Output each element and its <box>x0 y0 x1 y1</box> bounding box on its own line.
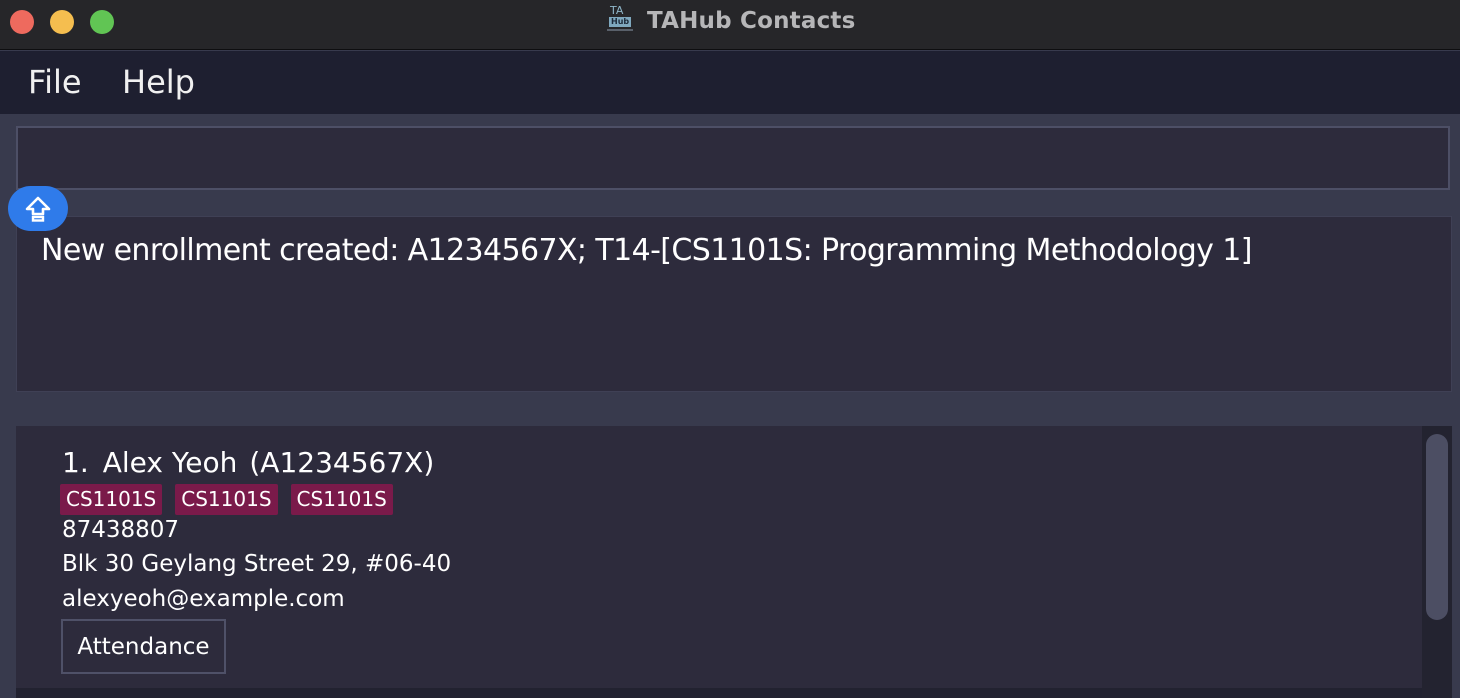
person-matric: (A1234567X) <box>249 446 435 479</box>
close-window-button[interactable] <box>10 10 34 34</box>
window-title: TAHub Contacts <box>647 8 856 34</box>
list-next-item-edge <box>16 688 1422 698</box>
upload-arrow-button[interactable] <box>8 186 68 231</box>
menu-file[interactable]: File <box>28 63 82 101</box>
person-index: 1. <box>62 446 89 479</box>
attendance-button[interactable]: Attendance <box>61 619 226 674</box>
module-tag: CS1101S <box>175 484 278 515</box>
person-list-area: 1. Alex Yeoh (A1234567X) CS1101S CS1101S… <box>0 404 1460 698</box>
person-tags: CS1101S CS1101S CS1101S <box>60 484 406 515</box>
command-input[interactable] <box>16 126 1450 190</box>
result-display: New enrollment created: A1234567X; T14-[… <box>16 216 1452 392</box>
upload-arrow-icon <box>25 196 51 222</box>
person-address: Blk 30 Geylang Street 29, #06-40 <box>62 551 452 577</box>
minimize-window-button[interactable] <box>50 10 74 34</box>
result-display-area: New enrollment created: A1234567X; T14-[… <box>0 206 1460 404</box>
list-scrollbar[interactable] <box>1422 426 1452 698</box>
maximize-window-button[interactable] <box>90 10 114 34</box>
menu-help[interactable]: Help <box>122 63 195 101</box>
app-window: TA Hub TAHub Contacts File Help New enro… <box>0 0 1460 698</box>
menu-bar: File Help <box>0 51 1460 114</box>
module-tag: CS1101S <box>290 484 393 515</box>
app-logo-icon: TA Hub <box>607 5 633 37</box>
person-card[interactable]: 1. Alex Yeoh (A1234567X) CS1101S CS1101S… <box>16 426 1422 688</box>
person-list[interactable]: 1. Alex Yeoh (A1234567X) CS1101S CS1101S… <box>16 426 1452 698</box>
person-name: Alex Yeoh <box>102 446 238 479</box>
result-message: New enrollment created: A1234567X; T14-[… <box>41 233 1252 268</box>
title-bar[interactable]: TA Hub TAHub Contacts <box>0 0 1460 50</box>
command-area <box>0 114 1460 206</box>
module-tag: CS1101S <box>60 484 163 515</box>
window-title-group: TA Hub TAHub Contacts <box>607 5 856 37</box>
scrollbar-thumb[interactable] <box>1426 434 1448 620</box>
person-name-line: 1. Alex Yeoh (A1234567X) <box>62 446 446 479</box>
person-phone: 87438807 <box>62 517 180 543</box>
person-email: alexyeoh@example.com <box>62 586 345 612</box>
